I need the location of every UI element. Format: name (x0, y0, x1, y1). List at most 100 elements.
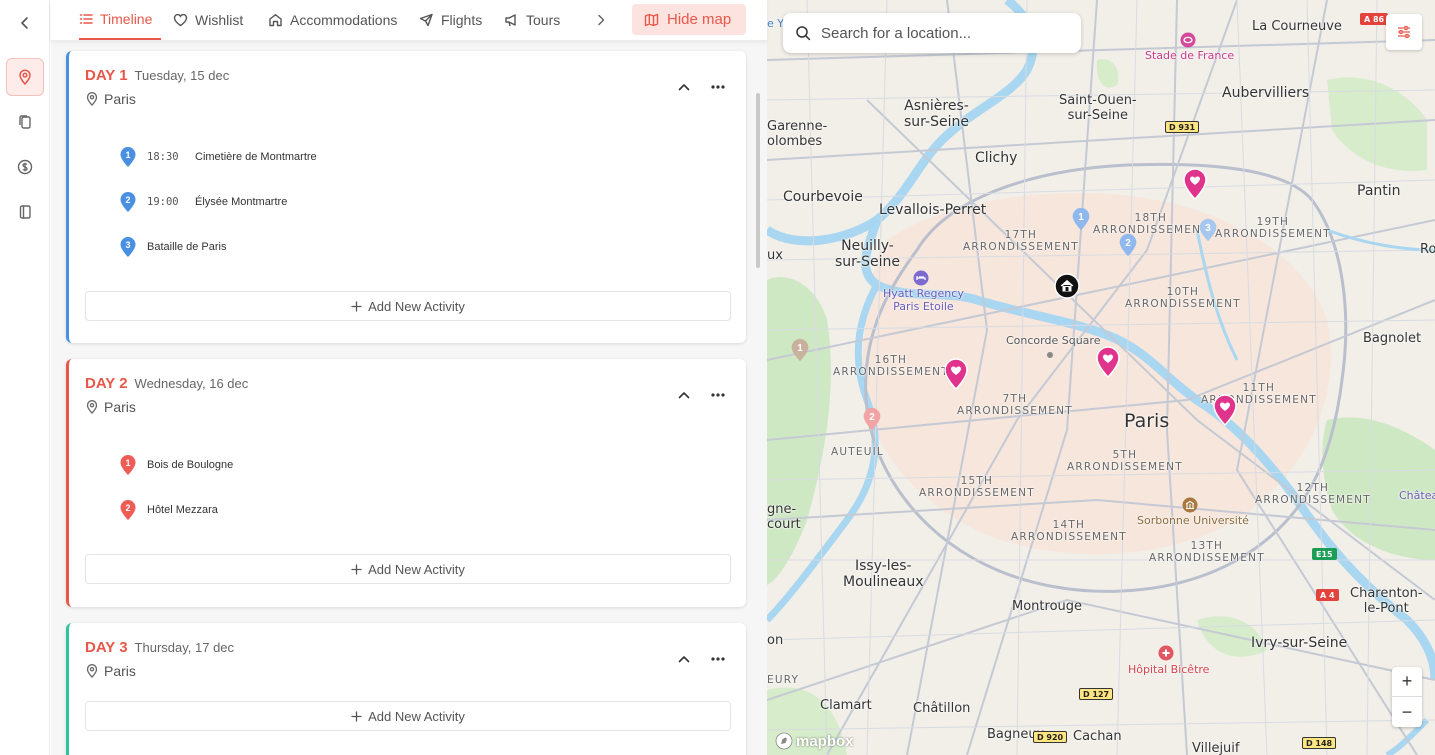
map-poi-label: Sorbonne Université (1137, 514, 1249, 527)
map-filter-button[interactable] (1386, 14, 1422, 50)
zoom-out-button[interactable]: − (1392, 697, 1422, 727)
activity-item[interactable]: 1 Bois de Boulogne (119, 454, 233, 476)
rail-notes-button[interactable] (6, 193, 44, 231)
activity-name: Élysée Montmartre (195, 196, 288, 208)
list-icon (79, 14, 93, 24)
more-horizontal-icon (711, 85, 725, 89)
timeline-scrollbar[interactable] (756, 93, 760, 268)
chevron-right-icon (598, 14, 605, 26)
map-place-label: Courbevoie (783, 189, 863, 205)
map-place-label: on (767, 633, 784, 648)
map-activity-marker[interactable]: 1 (790, 337, 810, 363)
map-district-label: AUTEUIL (831, 446, 884, 458)
road-shield: E15 (1312, 548, 1337, 560)
day-date: Tuesday, 15 dec (134, 68, 230, 83)
map-activity-marker[interactable]: 2 (862, 406, 882, 432)
map-place-label: Montrouge (1012, 599, 1083, 614)
activity-item[interactable]: 3 Bataille de Paris (119, 236, 227, 258)
mapbox-logo-text: mapbox (796, 732, 854, 750)
add-activity-label: Add New Activity (368, 708, 465, 724)
activity-name: Hôtel Mezzara (147, 504, 218, 516)
svg-text:3: 3 (1205, 223, 1211, 234)
wishlist-heart-marker[interactable] (1212, 394, 1238, 426)
map-poi-label: Châtea (1399, 489, 1435, 502)
map-place-label: Pantin (1357, 183, 1401, 199)
tabs-scroll-right-button[interactable] (591, 0, 611, 40)
road-shield: D 148 (1302, 737, 1337, 749)
map-place-label: ux (767, 248, 783, 263)
wishlist-heart-marker[interactable] (1095, 346, 1121, 378)
activity-item[interactable]: 2 Hôtel Mezzara (119, 499, 218, 521)
day-card: DAY 3 Thursday, 17 dec Paris Add New Act… (66, 623, 746, 755)
numbered-pin-icon: 1 (120, 147, 136, 167)
collapse-day-button[interactable] (674, 77, 694, 97)
day-label: DAY 1 (85, 67, 128, 84)
tab-tours[interactable]: Tours (504, 0, 560, 40)
top-tabs: Timeline Wishlist Accommodations Flights… (51, 0, 767, 41)
back-button[interactable] (14, 12, 36, 34)
day-card: DAY 1 Tuesday, 15 dec Paris 1 18:30 Cime… (66, 51, 746, 343)
megaphone-icon (505, 14, 516, 27)
map-view[interactable]: La Courneuve Stade de France Aubervillie… (767, 0, 1435, 755)
rail-timeline-button[interactable] (6, 58, 44, 96)
activity-item[interactable]: 2 19:00 Élysée Montmartre (119, 191, 287, 213)
day-card: DAY 2 Wednesday, 16 dec Paris 1 Bois de … (66, 359, 746, 607)
zoom-in-button[interactable]: + (1392, 667, 1422, 697)
road-shield: A 86 (1360, 13, 1389, 25)
add-activity-button[interactable]: Add New Activity (85, 291, 731, 321)
map-activity-marker[interactable]: 2 (1118, 232, 1138, 258)
day-location: Paris (86, 663, 136, 679)
map-place-label: Cachan (1073, 729, 1122, 744)
svg-text:3: 3 (125, 240, 130, 250)
more-horizontal-icon (711, 657, 725, 661)
day-menu-button[interactable] (707, 385, 729, 405)
mapbox-logo[interactable]: mapbox (775, 732, 854, 750)
activity-item[interactable]: 1 18:30 Cimetière de Montmartre (119, 146, 317, 168)
wishlist-heart-marker[interactable] (1182, 168, 1208, 200)
numbered-pin-icon: 2 (120, 192, 136, 212)
tab-accommodations[interactable]: Accommodations (268, 0, 397, 40)
app-root: Timeline Wishlist Accommodations Flights… (0, 0, 1435, 755)
map-activity-marker[interactable]: 1 (1071, 206, 1091, 232)
map-search-box[interactable] (783, 13, 1081, 53)
hide-map-button[interactable]: Hide map (632, 4, 746, 35)
collapse-day-button[interactable] (674, 385, 694, 405)
location-pin-icon (86, 664, 98, 678)
tab-timeline[interactable]: Timeline (79, 0, 161, 40)
university-icon (1182, 497, 1198, 513)
add-activity-button[interactable]: Add New Activity (85, 554, 731, 584)
day-menu-button[interactable] (707, 77, 729, 97)
day-menu-button[interactable] (707, 649, 729, 669)
left-rail (0, 0, 50, 755)
tab-flights[interactable]: Flights (419, 0, 482, 40)
timeline-panel: DAY 1 Tuesday, 15 dec Paris 1 18:30 Cime… (51, 41, 767, 755)
svg-text:2: 2 (1125, 238, 1131, 249)
dollar-icon (17, 159, 33, 175)
map-search-input[interactable] (821, 24, 1061, 42)
rail-budget-button[interactable] (6, 148, 44, 186)
map-district-label: 13TH ARRONDISSEMENT (1149, 540, 1265, 565)
map-place-label: Asnières- sur-Seine (904, 98, 969, 131)
map-activity-marker[interactable]: 3 (1198, 217, 1218, 243)
tab-wishlist[interactable]: Wishlist (173, 0, 243, 40)
map-place-label: Levallois-Perret (879, 202, 987, 218)
chevron-up-icon (678, 656, 690, 663)
add-activity-button[interactable]: Add New Activity (85, 701, 731, 731)
map-place-label: Aubervilliers (1222, 85, 1310, 101)
tab-label: Tours (526, 12, 561, 28)
rail-documents-button[interactable] (6, 103, 44, 141)
map-district-label: 10TH ARRONDISSEMENT (1125, 286, 1241, 311)
plane-icon (419, 13, 433, 27)
map-place-label: Ro (1420, 242, 1435, 257)
svg-text:1: 1 (125, 458, 130, 468)
plus-icon (351, 563, 362, 575)
day-date: Thursday, 17 dec (134, 640, 235, 655)
wishlist-heart-marker[interactable] (943, 358, 969, 390)
activity-name: Bataille de Paris (147, 241, 227, 253)
map-district-label: 18TH ARRONDISSEMENT (1093, 212, 1209, 237)
collapse-day-button[interactable] (674, 649, 694, 669)
activity-name: Bois de Boulogne (147, 459, 234, 471)
map-zoom-control: + − (1392, 667, 1422, 727)
map-district-label: 14TH ARRONDISSEMENT (1011, 519, 1127, 544)
home-marker-icon[interactable] (1054, 273, 1080, 299)
